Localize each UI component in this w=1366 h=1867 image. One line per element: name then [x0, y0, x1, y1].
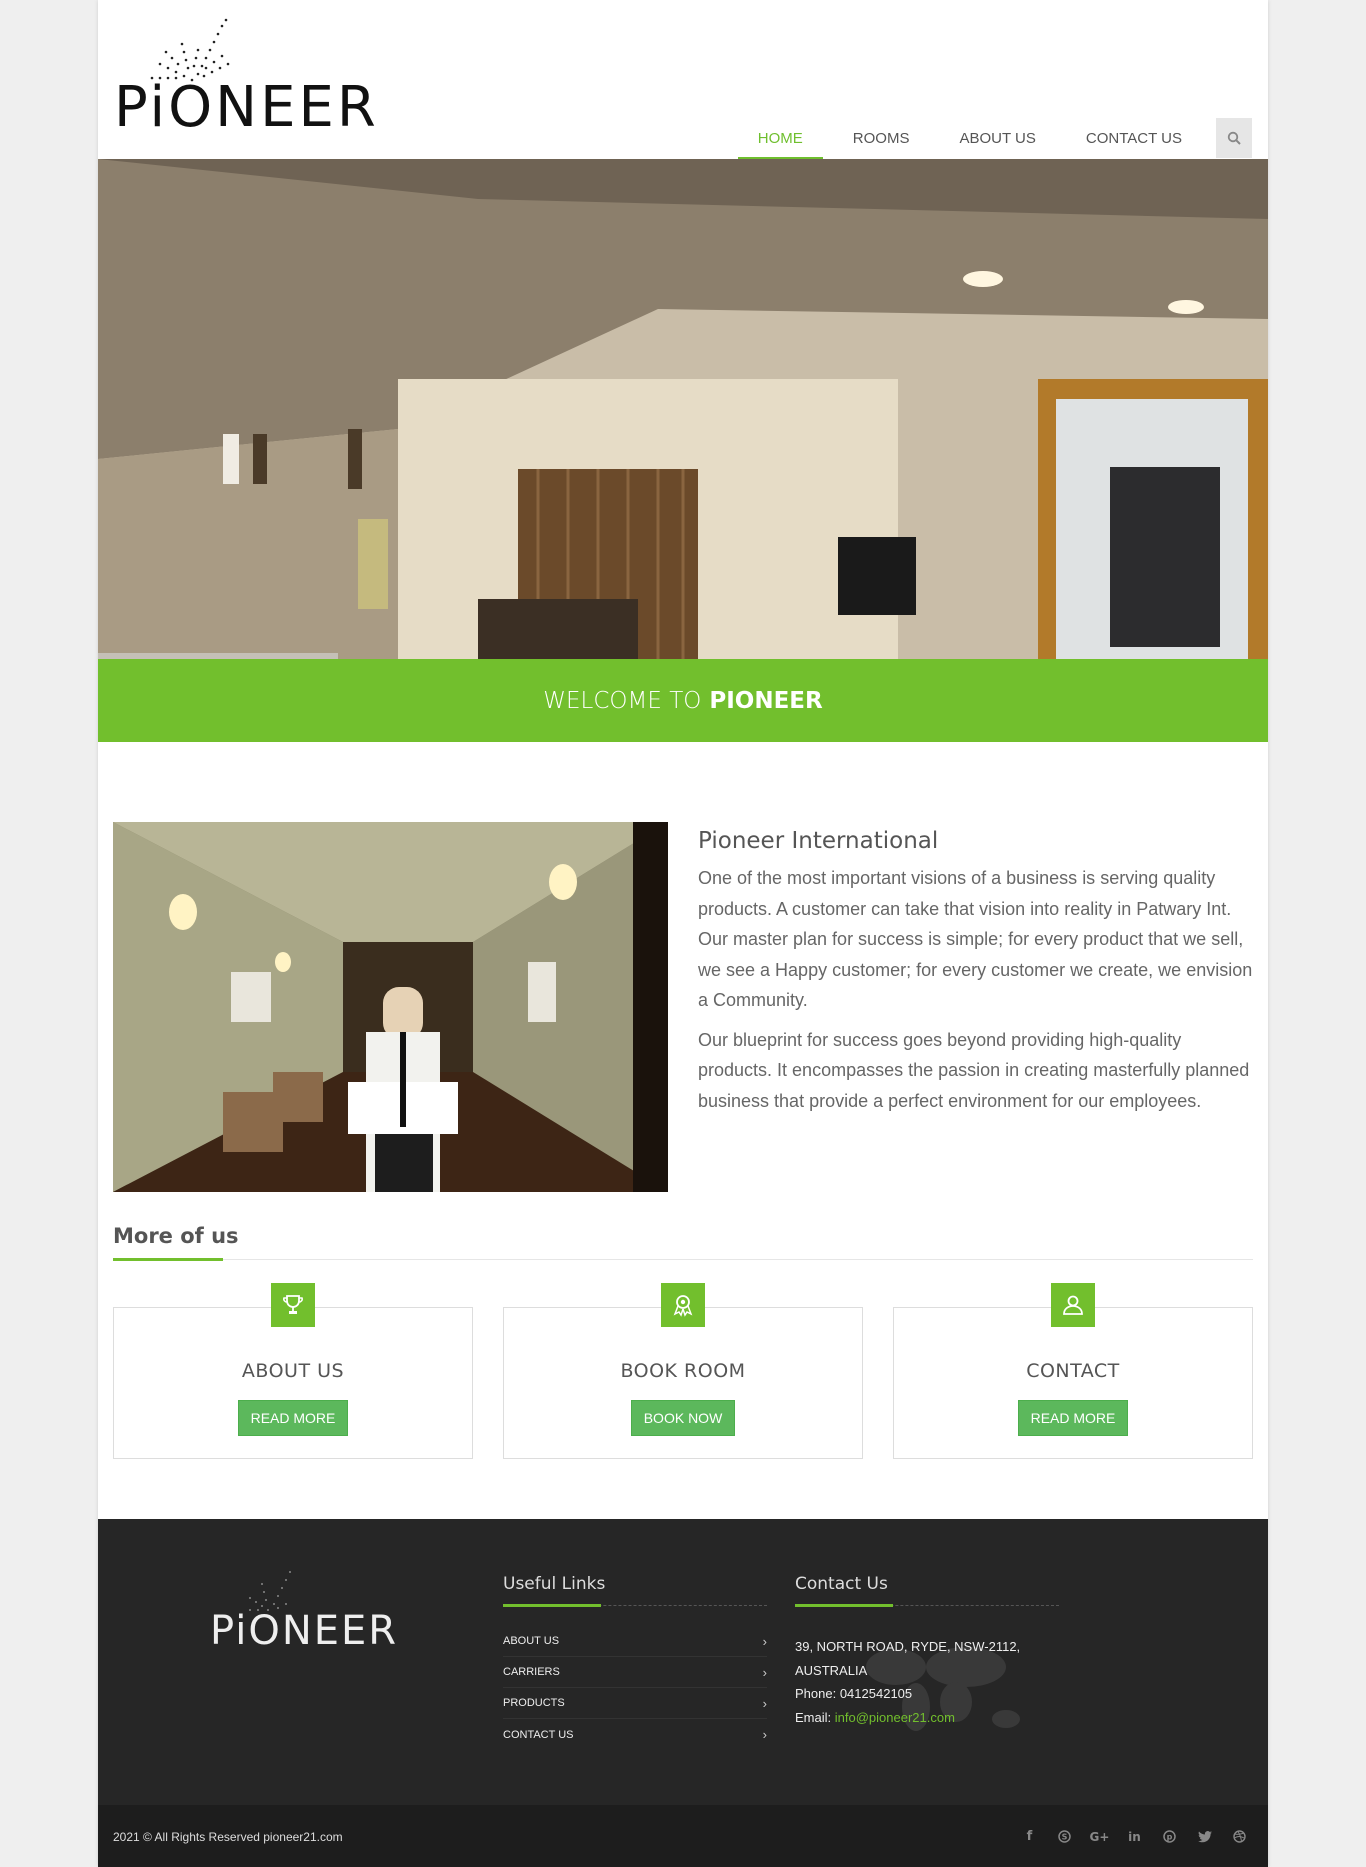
site-logo[interactable]: PiONEER — [114, 18, 414, 138]
social-links: f S G+ in p — [1019, 1826, 1250, 1847]
intro-paragraph-1: One of the most important visions of a b… — [698, 868, 1253, 1010]
feature-box-contact: CONTACT READ MORE — [893, 1283, 1253, 1459]
dribbble-icon[interactable] — [1229, 1826, 1250, 1847]
welcome-prefix: WELCOME TO — [543, 687, 702, 714]
staff-photo — [113, 822, 668, 1192]
chevron-right-icon: › — [762, 1664, 767, 1680]
main-nav: HOME ROOMS ABOUT US CONTACT US — [728, 118, 1252, 160]
section-divider-accent — [113, 1258, 223, 1261]
hotel-corridor-illustration — [113, 822, 668, 1192]
user-icon — [1063, 1295, 1083, 1315]
skype-icon[interactable]: S — [1054, 1826, 1075, 1847]
footer-link-carriers[interactable]: CARRIERS › — [503, 1657, 767, 1688]
footer-link-label: CARRIERS — [503, 1666, 560, 1678]
trophy-icon — [283, 1295, 303, 1314]
address-line-2: AUSTRALIA — [795, 1662, 868, 1678]
footer-logo[interactable]: PiONEER — [210, 1571, 410, 1654]
linkedin-icon[interactable]: in — [1124, 1826, 1145, 1847]
welcome-banner: WELCOME TO PIONEER — [98, 659, 1268, 742]
footer-link-contact-us[interactable]: CONTACT US › — [503, 1719, 767, 1750]
award-icon — [673, 1295, 693, 1317]
intro-section: Pioneer International One of the most im… — [698, 828, 1253, 1125]
page-container: PiONEER HOME ROOMS ABOUT US CONTACT US W… — [98, 0, 1268, 1867]
site-header: PiONEER HOME ROOMS ABOUT US CONTACT US — [98, 0, 1268, 160]
footer-link-label: PRODUCTS — [503, 1697, 565, 1709]
more-of-us-heading: More of us — [113, 1224, 239, 1248]
footer-link-label: ABOUT US — [503, 1635, 560, 1647]
chevron-right-icon: › — [762, 1695, 767, 1711]
email-label: Email: — [795, 1709, 832, 1725]
feature-title: BOOK ROOM — [620, 1360, 746, 1382]
useful-links-heading: Useful Links — [503, 1574, 606, 1594]
email-row: Email: info@pioneer21.com — [795, 1706, 1059, 1730]
nav-about-us[interactable]: ABOUT US — [939, 118, 1055, 159]
hotel-room-illustration — [98, 159, 1268, 659]
read-more-button[interactable]: READ MORE — [1017, 1400, 1129, 1436]
footer-link-about-us[interactable]: ABOUT US › — [503, 1626, 767, 1657]
footer-logo-wordmark: PiONEER — [210, 1608, 399, 1654]
feature-box-about: ABOUT US READ MORE — [113, 1283, 473, 1459]
site-footer: PiONEER Useful Links ABOUT US › CARRIERS ›… — [98, 1519, 1268, 1805]
hero-slider-image — [98, 159, 1268, 659]
book-now-button[interactable]: BOOK NOW — [630, 1400, 736, 1436]
feature-title: CONTACT — [1026, 1360, 1120, 1382]
feature-box-book-room: BOOK ROOM BOOK NOW — [503, 1283, 863, 1459]
nav-home[interactable]: HOME — [737, 118, 823, 160]
copyright-text: 2021 © All Rights Reserved pioneer21.com — [113, 1830, 343, 1844]
feature-icon-badge — [661, 1283, 705, 1327]
google-plus-icon[interactable]: G+ — [1089, 1826, 1110, 1847]
contact-us-heading: Contact Us — [795, 1574, 888, 1594]
svg-text:S: S — [1062, 1833, 1068, 1842]
intro-paragraph-2: Our blueprint for success goes beyond pr… — [698, 1029, 1250, 1111]
nav-contact-us[interactable]: CONTACT US — [1066, 118, 1202, 159]
useful-links-divider-accent — [503, 1604, 601, 1607]
email-link[interactable]: info@pioneer21.com — [835, 1710, 955, 1725]
address-line-1: 39, NORTH ROAD, RYDE, NSW-2112, — [795, 1639, 1021, 1654]
svg-text:p: p — [1167, 1833, 1173, 1842]
footer-link-label: CONTACT US — [503, 1728, 574, 1741]
feature-icon-badge — [271, 1283, 315, 1327]
welcome-brand: PIONEER — [709, 687, 823, 714]
logo-wordmark: PiONEER — [114, 75, 379, 140]
phone-label: Phone: — [795, 1686, 837, 1701]
nav-rooms[interactable]: ROOMS — [833, 118, 930, 159]
feature-title: ABOUT US — [241, 1360, 345, 1382]
contact-us-divider-accent — [795, 1604, 893, 1607]
twitter-icon[interactable] — [1194, 1826, 1215, 1847]
contact-details: 39, NORTH ROAD, RYDE, NSW-2112, AUSTRALI… — [795, 1635, 1059, 1729]
phone-number: 0412542105 — [839, 1686, 913, 1701]
feature-icon-badge — [1051, 1283, 1095, 1327]
search-button[interactable] — [1216, 118, 1252, 158]
read-more-button[interactable]: READ MORE — [237, 1400, 349, 1436]
search-icon — [1227, 131, 1241, 145]
chevron-right-icon: › — [762, 1633, 767, 1649]
footer-bottom-bar: 2021 © All Rights Reserved pioneer21.com… — [98, 1805, 1268, 1867]
phone-row: Phone: 0412542105 — [795, 1682, 1059, 1706]
facebook-icon[interactable]: f — [1019, 1826, 1040, 1847]
pinterest-icon[interactable]: p — [1159, 1826, 1180, 1847]
footer-link-products[interactable]: PRODUCTS › — [503, 1688, 767, 1719]
section-divider — [113, 1259, 1253, 1260]
intro-title: Pioneer International — [698, 828, 939, 854]
chevron-right-icon: › — [762, 1727, 767, 1742]
useful-links-list: ABOUT US › CARRIERS › PRODUCTS › CONTACT US… — [503, 1626, 767, 1750]
